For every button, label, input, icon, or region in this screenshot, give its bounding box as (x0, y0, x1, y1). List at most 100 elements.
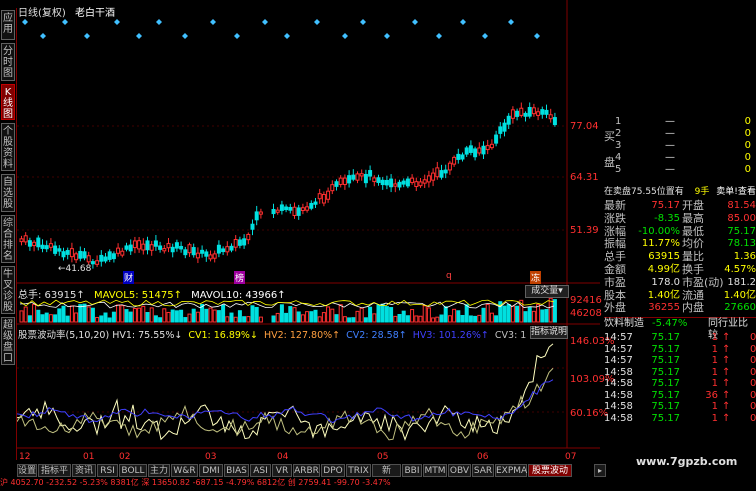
orderbook-level: 2 (615, 128, 622, 139)
volume-bar (351, 317, 356, 323)
industry-name[interactable]: 饮料制造 (604, 318, 644, 329)
left-tab-0[interactable]: 应用 (1, 10, 15, 40)
indicator-tab[interactable]: DMI (199, 464, 223, 477)
indicator-tab[interactable]: BBI (402, 464, 422, 477)
volume-bar (414, 315, 419, 323)
candle-body (334, 181, 339, 187)
indicator-tab[interactable]: ASI (250, 464, 271, 477)
indicator-tab[interactable]: BIAS (224, 464, 249, 477)
x-axis-label: 06 (477, 452, 489, 462)
indicator-tab[interactable]: 新DMA (372, 464, 401, 489)
volume-axis-2: 46208 (570, 308, 602, 319)
indicator-tab[interactable]: TRIX (346, 464, 371, 477)
candle-body (170, 246, 175, 253)
event-marker-freeze[interactable]: 冻 (530, 271, 542, 284)
indicator-tab[interactable]: 设置 (17, 464, 37, 477)
quote-value-1: 11.77% (641, 238, 680, 250)
quote-value-2: 81.54 (727, 200, 756, 211)
left-tab-5[interactable]: 综合排名 (1, 215, 15, 263)
event-marker-list[interactable]: 榜 (234, 271, 246, 284)
trade-volume: 1 (711, 355, 718, 366)
candle-body (69, 248, 74, 258)
volume-bar (116, 304, 121, 323)
indicator-help-button[interactable]: 指标说明 (530, 326, 568, 339)
indicator-tab[interactable]: OBV (448, 464, 471, 477)
volume-bar (372, 313, 377, 323)
left-tab-1[interactable]: 分时图 (1, 43, 15, 81)
candle-body (48, 243, 53, 248)
left-tab-3[interactable]: 个股资料 (1, 123, 15, 171)
signal-diamond (40, 33, 46, 39)
candle-body (326, 190, 331, 200)
quote-value-2: 4.57% (724, 264, 756, 275)
candle-body (481, 145, 486, 155)
indicator-tab[interactable]: W&R (171, 464, 198, 477)
quote-label-2: 量比 (682, 250, 704, 264)
indicator-tab[interactable]: VR (272, 464, 292, 477)
quote-value-2: 1.40亿 (723, 289, 756, 301)
indicator-tab[interactable]: 资讯 (72, 464, 96, 477)
tabs-scroll-icon[interactable]: ▸ (594, 464, 606, 477)
quote-value-2: 27660 (724, 302, 756, 314)
candle-body (418, 181, 423, 187)
volume-bar (275, 312, 280, 323)
indicator-tab[interactable]: 指标平台 (38, 464, 71, 489)
event-marker-finance[interactable]: 财 (123, 271, 135, 284)
volume-bar (53, 314, 58, 323)
left-tab-2[interactable]: K线图 (1, 84, 15, 120)
indicator-tab[interactable]: 主力 (148, 464, 170, 477)
signal-markers (22, 19, 540, 39)
kline-chart[interactable] (17, 0, 600, 460)
volume-mavol10: MAVOL10: 43966↑ (191, 290, 286, 301)
trade-time: 14:58 (604, 366, 633, 378)
quote-label-2: 最低 (682, 224, 704, 238)
candle-body (132, 240, 137, 249)
candle-body (456, 153, 461, 160)
indicator-header: 股票波动率(5,10,20) HV1: 75.55%↓ CV1: 16.89%↓… (18, 327, 526, 341)
candle-body (57, 248, 62, 252)
volume-bar (229, 312, 234, 323)
candle-body (124, 245, 129, 250)
candle-body (162, 248, 167, 252)
indicator-tab[interactable]: DPO (321, 464, 345, 477)
market-ticker: 沪 4052.70 -232.52 -5.23% 8381亿 深 13650.8… (0, 478, 756, 487)
left-tab-7[interactable]: 超级盘口 (1, 317, 15, 365)
volume-dropdown-label: 成交量 (531, 286, 559, 296)
left-tab-6[interactable]: 牛叉诊股 (1, 266, 15, 314)
indicator-tab[interactable]: SAR (472, 464, 494, 477)
volume-mavol5: MAVOL5: 51475↑ (93, 290, 182, 301)
volume-dropdown[interactable]: 成交量▾ (525, 285, 569, 298)
indicator-tab[interactable]: BOLL (119, 464, 147, 477)
volume-bar (111, 311, 116, 323)
event-marker-q[interactable]: q (446, 271, 452, 281)
left-tab-4[interactable]: 自选股 (1, 174, 15, 212)
candle-body (116, 247, 121, 254)
orderbook-detail-link[interactable]: 卖单!查看详细 (716, 187, 756, 197)
quote-row: 股本 1.40亿 流通 1.40亿 (604, 289, 756, 302)
volume-bar (359, 307, 364, 323)
trade-row: 14:58 75.17 1 ↑ 0 (604, 401, 756, 413)
orderbook-vol: 0 (744, 128, 751, 139)
volume-bar (376, 304, 381, 323)
indicator-tab[interactable]: ARBR (293, 464, 320, 477)
quote-label-1: 金额 (604, 263, 626, 276)
signal-diamond (508, 19, 514, 25)
candle-body (330, 184, 335, 192)
indicator-tab[interactable]: EXPMA (495, 464, 527, 477)
candle-body (544, 109, 549, 115)
trade-price: 75.17 (651, 366, 680, 378)
indicator-tab[interactable]: MTM (423, 464, 447, 477)
indicator-tab[interactable]: 股票波动率 (528, 464, 572, 489)
trade-row: 14:57 75.17 1 ↑ 0 (604, 332, 756, 344)
volume-bar (204, 308, 209, 323)
volume-bar (380, 303, 385, 323)
candle-body (410, 177, 415, 183)
trade-zero: 0 (750, 343, 756, 355)
volume-bar (342, 316, 347, 323)
candle-body (305, 206, 310, 211)
quote-label-2: 开盘 (682, 199, 704, 212)
indicator-tab[interactable]: RSI (97, 464, 118, 477)
signal-diamond (314, 19, 320, 25)
volume-bar (65, 315, 70, 323)
volume-bar (389, 307, 394, 323)
